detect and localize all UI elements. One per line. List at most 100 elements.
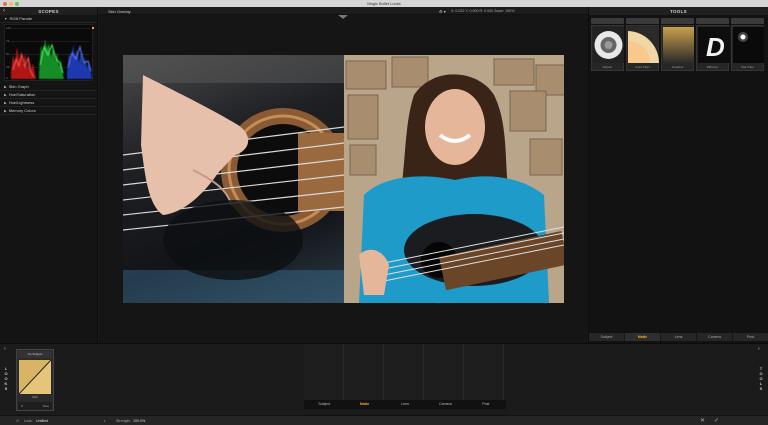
look-card-footer-right: Tone	[42, 404, 49, 408]
triangle-right-icon: ▶	[4, 84, 7, 89]
tool-chain-slot[interactable]	[304, 344, 344, 400]
split-handle-icon[interactable]	[338, 15, 348, 19]
strength-label: Strength:	[116, 418, 131, 423]
cancel-x-icon[interactable]: ✕	[700, 417, 705, 424]
status-bar: ↺ Look: Untitled ◐ Strength: 100.0% ✕ ✓	[0, 415, 768, 425]
window-title: Magic Bullet Looks	[367, 1, 401, 6]
apply-check-icon[interactable]: ✓	[714, 417, 719, 424]
split-view-label[interactable]: Skin Overlay	[108, 9, 131, 14]
viewer-readout: X: 0.032 Y: 0.900 R: 0.000 Zoom: 100%	[451, 8, 515, 13]
stage-lens[interactable]: Lens	[385, 400, 425, 409]
singer-image	[345, 56, 564, 303]
tool-tab[interactable]	[696, 18, 729, 24]
scopes-title: SCOPES	[38, 8, 59, 14]
look-preset-card[interactable]: No Subject Mult 0 Tone	[16, 349, 54, 411]
video-left-half	[123, 55, 346, 303]
tool-chain-slot[interactable]	[464, 344, 504, 400]
star-filter-icon	[733, 27, 764, 63]
color-filter-icon	[628, 27, 659, 63]
triangle-down-icon: ▼	[4, 16, 8, 21]
tool-card-diffusion[interactable]: D Diffusion	[696, 25, 729, 71]
guitar-closeup-image	[123, 55, 346, 303]
triangle-right-icon: ▶	[4, 100, 7, 105]
tool-chain-slot[interactable]	[384, 344, 424, 400]
tab-matte[interactable]: Matte	[625, 333, 661, 341]
tool-chain-stages: Subject Matte Lens Camera Post	[304, 400, 506, 409]
tool-card-label: Diopter	[602, 65, 613, 69]
tab-post[interactable]: Post	[733, 333, 768, 341]
scope-item-label: Hue/Lightness	[8, 100, 35, 105]
bottom-panel: › LOOKS No Subject Mult 0 Tone Subject M…	[0, 343, 768, 415]
stage-post[interactable]: Post	[466, 400, 506, 409]
look-card-footer-left: 0	[21, 404, 23, 408]
look-label: Look:	[24, 418, 33, 423]
tool-card-label: Color Filter	[635, 65, 650, 69]
tool-card-gradient[interactable]: Gradient	[661, 25, 694, 71]
tool-card-star-filter[interactable]: Star Filter	[731, 25, 764, 71]
tools-expand-chevron-icon[interactable]: ›	[758, 346, 760, 352]
tool-tab[interactable]	[661, 18, 694, 24]
looks-expand-chevron-icon[interactable]: ›	[4, 346, 6, 352]
svg-text:D: D	[706, 32, 725, 62]
settings-gear-icon[interactable]: ⚙ ▾	[439, 9, 446, 14]
scopes-panel: ‹ SCOPES ▼ RGB Parade 100 75 50 25 0 ▶ S…	[0, 7, 98, 343]
tool-tab[interactable]	[626, 18, 659, 24]
scope-item-hue-lightness[interactable]: ▶ Hue/Lightness	[0, 99, 97, 107]
rgb-parade-waveform	[11, 27, 94, 79]
tool-tab[interactable]	[591, 18, 624, 24]
tool-category-tabs: Subject Matte Lens Camera Post	[589, 333, 768, 341]
gradient-icon	[663, 27, 694, 63]
tool-card-label: Diffusion	[706, 65, 719, 69]
look-card-thumbnail	[19, 360, 51, 394]
scopes-header: ‹ SCOPES	[0, 7, 97, 15]
tools-side-label[interactable]: TOOLS	[758, 366, 764, 392]
tools-title: TOOLS	[670, 8, 687, 14]
scope-item-label: RGB Parade	[9, 16, 33, 21]
stage-matte[interactable]: Matte	[344, 400, 384, 409]
axis-label: 75	[6, 39, 10, 43]
scope-item-label: Memory Colors	[8, 108, 36, 113]
tools-header: TOOLS	[589, 7, 768, 15]
tools-panel: TOOLS Diopter Color Filter Gradient D Di…	[588, 7, 768, 343]
triangle-right-icon: ▶	[4, 92, 7, 97]
axis-label: 0	[6, 76, 8, 80]
viewer-toolbar: Skin Overlay ⚙ ▾ X: 0.032 Y: 0.900 R: 0.…	[99, 7, 588, 15]
axis-label: 25	[6, 65, 10, 69]
video-right-half	[344, 55, 564, 303]
scope-item-skin-graph[interactable]: ▶ Skin Graph	[0, 83, 97, 91]
title-bar: Magic Bullet Looks	[0, 0, 768, 7]
scope-item-label: Hue/Saturation	[8, 92, 36, 97]
tool-card-color-filter[interactable]: Color Filter	[626, 25, 659, 71]
tools-side-label-text: TOOLS	[758, 366, 764, 391]
tool-tab[interactable]	[731, 18, 764, 24]
axis-label: 50	[6, 52, 10, 56]
tab-camera[interactable]: Camera	[697, 333, 733, 341]
look-card-title: No Subject	[18, 351, 52, 358]
strength-icon: ◐	[104, 418, 107, 423]
tool-card-diopter[interactable]: Diopter	[591, 25, 624, 71]
look-card-sub: Mult	[32, 395, 38, 399]
video-frame	[123, 55, 564, 303]
scope-item-memory-colors[interactable]: ▶ Memory Colors	[0, 107, 97, 115]
scope-item-hue-saturation[interactable]: ▶ Hue/Saturation	[0, 91, 97, 99]
stage-camera[interactable]: Camera	[425, 400, 465, 409]
looks-side-label[interactable]: LOOKS	[3, 366, 9, 392]
tool-chain-slot[interactable]	[344, 344, 384, 400]
undo-icon[interactable]: ↺	[16, 419, 19, 423]
tool-chain-slot[interactable]	[424, 344, 464, 400]
look-value[interactable]: Untitled	[36, 419, 48, 423]
diopter-icon	[593, 27, 624, 63]
looks-side-label-text: LOOKS	[3, 366, 9, 391]
strength-value[interactable]: 100.0%	[133, 419, 145, 423]
tool-card-label: Gradient	[671, 65, 684, 69]
tool-card-label: Star Filter	[740, 65, 754, 69]
diffusion-icon: D	[698, 27, 729, 63]
tab-subject[interactable]: Subject	[589, 333, 625, 341]
scope-item-label: Skin Graph	[8, 84, 29, 89]
viewer[interactable]	[99, 15, 588, 343]
stage-subject[interactable]: Subject	[304, 400, 344, 409]
tab-lens[interactable]: Lens	[661, 333, 697, 341]
triangle-right-icon: ▶	[4, 108, 7, 113]
scope-item-rgb-parade[interactable]: ▼ RGB Parade	[0, 15, 97, 23]
rgb-parade-graph: 100 75 50 25 0	[4, 24, 94, 81]
